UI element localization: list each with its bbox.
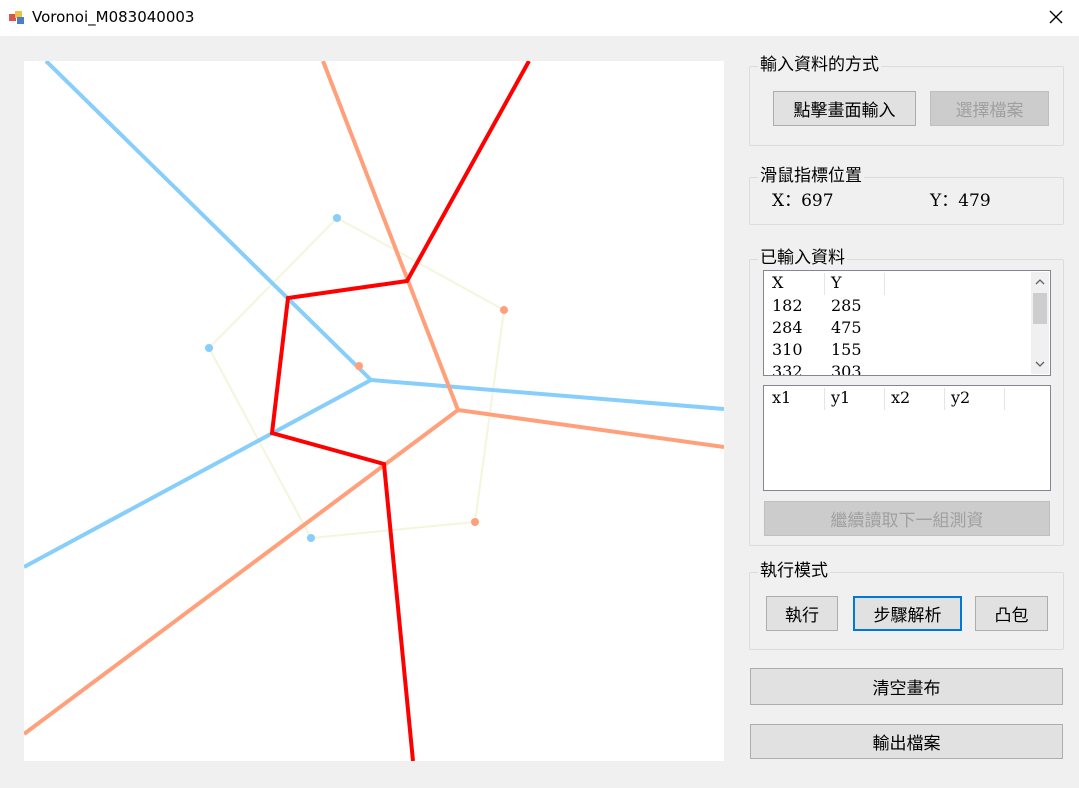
input-data-title: 已輸入資料 [758, 247, 847, 269]
app-icon [9, 9, 25, 25]
point-y[interactable]: 475 [831, 317, 862, 339]
point-x[interactable]: 332 [772, 361, 803, 375]
site-point [355, 362, 363, 370]
site-point [205, 344, 213, 352]
points-scrollbar[interactable] [1031, 272, 1049, 374]
column-header-x2[interactable]: x2 [891, 387, 910, 409]
column-header-x[interactable]: X [772, 272, 783, 294]
exec-mode-title: 執行模式 [758, 560, 830, 582]
scrollbar-thumb[interactable] [1033, 293, 1047, 324]
input-method-group: 輸入資料的方式 點擊畫面輸入 選擇檔案 [749, 54, 1064, 146]
input-data-group: 已輸入資料 X Y 182 285 284 475 310 155 332 30… [749, 247, 1064, 546]
next-testcase-button[interactable]: 繼續讀取下一組測資 [764, 501, 1050, 536]
convex-hull-button[interactable]: 凸包 [975, 596, 1048, 631]
title-bar: Voronoi_M083040003 [0, 0, 1079, 36]
close-icon[interactable] [1049, 9, 1063, 28]
column-header-y2[interactable]: y2 [951, 387, 970, 409]
mouse-position-title: 滑鼠指標位置 [758, 165, 864, 187]
exec-mode-group: 執行模式 執行 步驟解析 凸包 [749, 560, 1064, 650]
site-point [307, 534, 315, 542]
voronoi-edge-blue-3 [24, 378, 372, 569]
run-button[interactable]: 執行 [766, 596, 838, 631]
edges-list[interactable]: x1 y1 x2 y2 [763, 385, 1051, 491]
voronoi-edge-salmon-1 [321, 61, 460, 411]
point-x[interactable]: 310 [772, 339, 803, 361]
export-file-button[interactable]: 輸出檔案 [750, 724, 1063, 759]
column-header-y[interactable]: Y [831, 272, 842, 294]
voronoi-edge-blue-1 [44, 61, 373, 382]
point-y[interactable]: 303 [831, 361, 862, 375]
site-point [333, 214, 341, 222]
point-y[interactable]: 155 [831, 339, 862, 361]
column-header-y1[interactable]: y1 [831, 387, 850, 409]
voronoi-edge-salmon-2 [457, 408, 724, 449]
mouse-position-group: 滑鼠指標位置 X：697 Y：479 [749, 165, 1064, 225]
scroll-down-icon[interactable] [1031, 354, 1049, 374]
point-x[interactable]: 284 [772, 317, 803, 339]
voronoi-edge-blue-2 [370, 378, 724, 411]
voronoi-canvas[interactable] [24, 61, 724, 761]
scroll-up-icon[interactable] [1031, 272, 1049, 292]
site-point [500, 306, 508, 314]
click-input-button[interactable]: 點擊畫面輸入 [773, 91, 916, 126]
input-method-title: 輸入資料的方式 [758, 54, 881, 76]
close-button[interactable] [1033, 0, 1079, 36]
mouse-x-readout: X：697 [772, 191, 834, 211]
point-y[interactable]: 285 [831, 295, 862, 317]
column-header-x1[interactable]: x1 [772, 387, 791, 409]
mouse-y-readout: Y：479 [930, 191, 991, 211]
clear-canvas-button[interactable]: 清空畫布 [750, 668, 1063, 705]
points-list[interactable]: X Y 182 285 284 475 310 155 332 303 [763, 270, 1051, 376]
step-button[interactable]: 步驟解析 [853, 596, 962, 631]
select-file-button[interactable]: 選擇檔案 [930, 91, 1049, 126]
window-title: Voronoi_M083040003 [32, 8, 195, 26]
site-point [471, 518, 479, 526]
point-x[interactable]: 182 [772, 295, 803, 317]
